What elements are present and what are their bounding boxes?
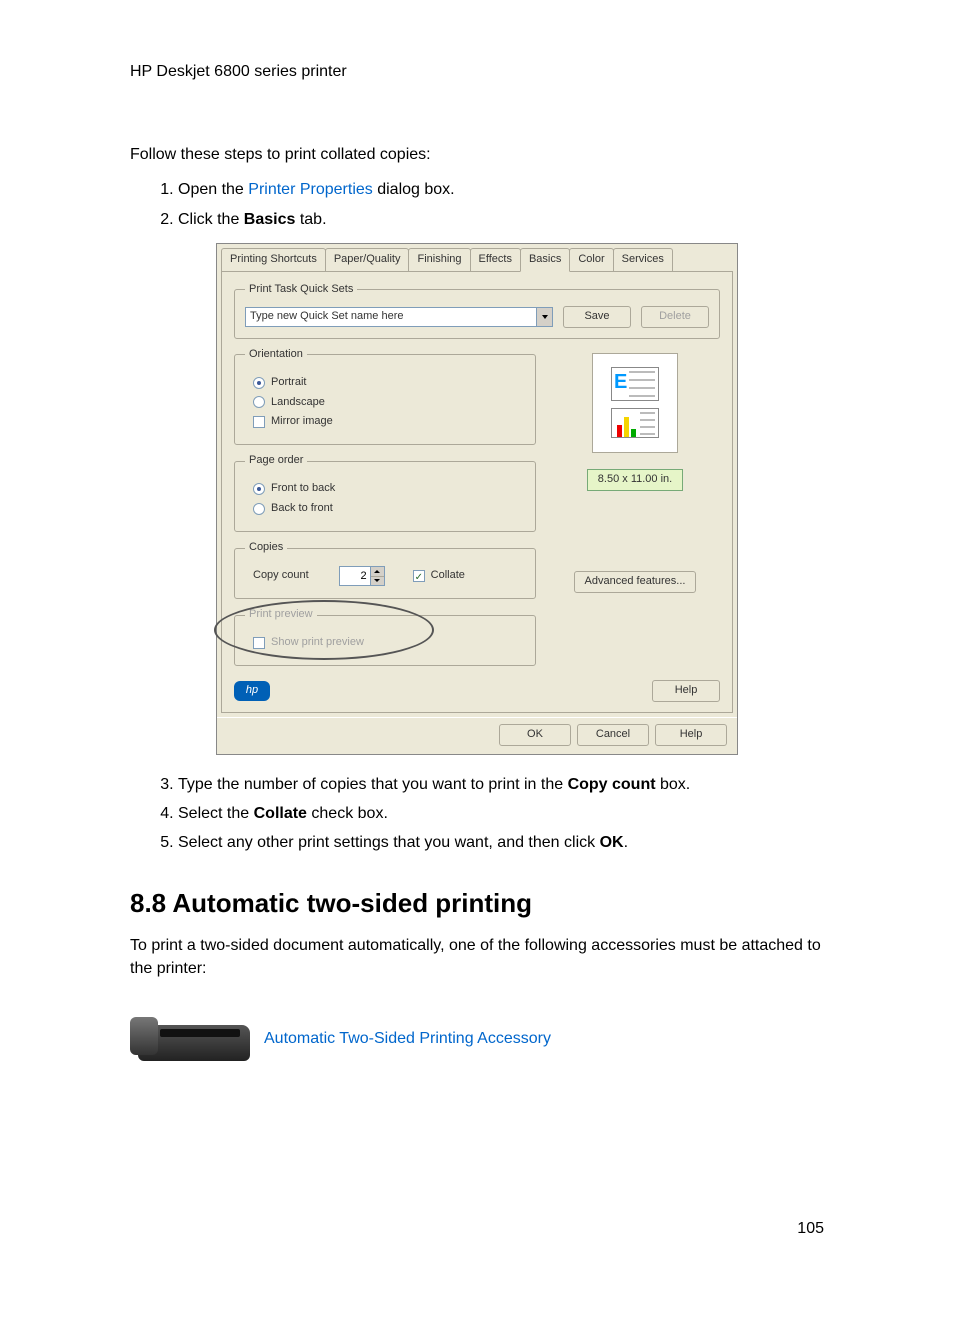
tab-finishing[interactable]: Finishing xyxy=(408,248,470,271)
s4-post: check box. xyxy=(307,805,388,822)
mirror-label: Mirror image xyxy=(271,414,333,430)
landscape-radio[interactable]: Landscape xyxy=(253,395,525,411)
tab-services[interactable]: Services xyxy=(613,248,673,271)
portrait-radio[interactable]: Portrait xyxy=(253,375,525,391)
step-3: Type the number of copies that you want … xyxy=(178,773,824,796)
quick-set-combo[interactable]: Type new Quick Set name here xyxy=(245,307,553,327)
tab-help-button[interactable]: Help xyxy=(652,680,720,702)
preview-letter-icon: E xyxy=(614,368,627,400)
front-to-back-radio[interactable]: Front to back xyxy=(253,481,525,497)
s5-bold: OK xyxy=(600,834,624,851)
tab-color[interactable]: Color xyxy=(569,248,613,271)
stepper-down-icon[interactable] xyxy=(371,577,384,586)
orientation-group: Orientation Portrait Landscape Mirror im… xyxy=(234,347,536,446)
step-5: Select any other print settings that you… xyxy=(178,831,824,854)
page-number: 105 xyxy=(130,1217,824,1240)
copies-group: Copies Copy count Collate xyxy=(234,540,536,599)
show-print-preview-checkbox[interactable]: Show print preview xyxy=(253,635,525,651)
help-button[interactable]: Help xyxy=(655,724,727,746)
copy-count-label: Copy count xyxy=(253,568,309,584)
two-sided-accessory-link[interactable]: Automatic Two-Sided Printing Accessory xyxy=(264,1027,551,1050)
ok-button[interactable]: OK xyxy=(499,724,571,746)
tab-paper-quality[interactable]: Paper/Quality xyxy=(325,248,410,271)
print-preview-group: Print preview Show print preview xyxy=(234,607,536,666)
step-2: Click the Basics tab. xyxy=(178,208,824,231)
quick-sets-group: Print Task Quick Sets Type new Quick Set… xyxy=(234,282,720,339)
step1-pre: Open the xyxy=(178,181,248,198)
show-preview-label: Show print preview xyxy=(271,635,364,651)
s3-post: box. xyxy=(656,776,691,793)
page-order-group: Page order Front to back Back to front xyxy=(234,453,536,532)
dialog-buttons: OK Cancel Help xyxy=(217,717,737,754)
save-button[interactable]: Save xyxy=(563,306,631,328)
quick-set-placeholder: Type new Quick Set name here xyxy=(246,309,536,325)
s3-bold: Copy count xyxy=(568,776,656,793)
page-preview-thumbnail: E xyxy=(592,353,678,453)
portrait-label: Portrait xyxy=(271,375,306,391)
dialog-tabs: Printing Shortcuts Paper/Quality Finishi… xyxy=(217,244,737,271)
step-1: Open the Printer Properties dialog box. xyxy=(178,178,824,201)
copies-legend: Copies xyxy=(245,540,287,556)
advanced-features-button[interactable]: Advanced features... xyxy=(574,571,697,593)
page-header: HP Deskjet 6800 series printer xyxy=(130,60,824,83)
tab-basics[interactable]: Basics xyxy=(520,248,570,272)
s5-pre: Select any other print settings that you… xyxy=(178,834,600,851)
back-to-front-radio[interactable]: Back to front xyxy=(253,501,525,517)
copy-count-input[interactable] xyxy=(340,567,370,585)
step2-bold: Basics xyxy=(244,211,296,228)
step-4: Select the Collate check box. xyxy=(178,802,824,825)
section-body: To print a two-sided document automatica… xyxy=(130,934,824,980)
s5-post: . xyxy=(624,834,628,851)
orientation-legend: Orientation xyxy=(245,347,307,363)
print-preview-legend: Print preview xyxy=(245,607,317,623)
delete-button: Delete xyxy=(641,306,709,328)
mirror-image-checkbox[interactable]: Mirror image xyxy=(253,414,525,430)
step2-post: tab. xyxy=(295,211,326,228)
quick-sets-legend: Print Task Quick Sets xyxy=(245,282,357,298)
s4-pre: Select the xyxy=(178,805,254,822)
ftb-label: Front to back xyxy=(271,481,335,497)
btf-label: Back to front xyxy=(271,501,333,517)
steps-list-bottom: Type the number of copies that you want … xyxy=(130,773,824,855)
section-heading: 8.8 Automatic two-sided printing xyxy=(130,885,824,923)
steps-list-top: Open the Printer Properties dialog box. … xyxy=(130,178,824,230)
lead-paragraph: Follow these steps to print collated cop… xyxy=(130,143,824,166)
step2-pre: Click the xyxy=(178,211,244,228)
copy-count-stepper[interactable] xyxy=(339,566,385,586)
s3-pre: Type the number of copies that you want … xyxy=(178,776,568,793)
chevron-down-icon[interactable] xyxy=(536,308,552,326)
step1-post: dialog box. xyxy=(373,181,455,198)
printer-properties-link[interactable]: Printer Properties xyxy=(248,181,373,198)
stepper-up-icon[interactable] xyxy=(371,567,384,577)
tab-effects[interactable]: Effects xyxy=(470,248,521,271)
landscape-label: Landscape xyxy=(271,395,325,411)
printer-properties-dialog: Printing Shortcuts Paper/Quality Finishi… xyxy=(216,243,738,755)
cancel-button[interactable]: Cancel xyxy=(577,724,649,746)
collate-checkbox[interactable]: Collate xyxy=(413,568,465,584)
duplexer-accessory-icon xyxy=(130,1011,250,1067)
tab-printing-shortcuts[interactable]: Printing Shortcuts xyxy=(221,248,326,271)
hp-logo-icon: hp xyxy=(234,681,270,701)
s4-bold: Collate xyxy=(254,805,307,822)
doc-title: HP Deskjet 6800 series printer xyxy=(130,63,347,80)
collate-label: Collate xyxy=(431,568,465,584)
dialog-body: Print Task Quick Sets Type new Quick Set… xyxy=(221,271,733,713)
page-order-legend: Page order xyxy=(245,453,307,469)
paper-size-badge: 8.50 x 11.00 in. xyxy=(587,469,683,491)
